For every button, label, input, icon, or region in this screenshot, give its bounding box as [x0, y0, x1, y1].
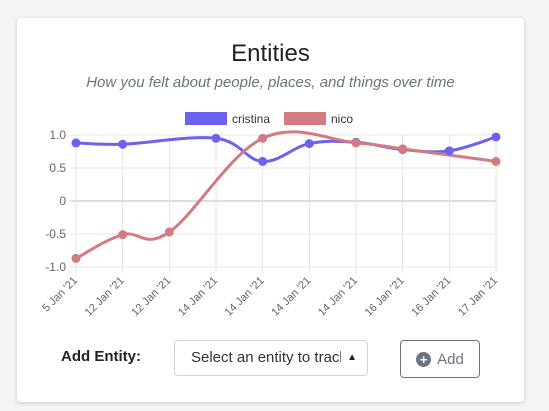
x-tick-label: 14 Jan '21 — [176, 275, 220, 318]
y-tick-label: 0 — [59, 194, 66, 208]
x-tick-label: 12 Jan '21 — [83, 275, 127, 318]
y-tick-label: -1.0 — [45, 260, 66, 274]
x-tick-label: 5 Jan '21 — [40, 275, 80, 315]
data-point-cristina — [118, 139, 128, 149]
x-tick-label: 12 Jan '21 — [129, 275, 173, 318]
x-tick-label: 17 Jan '21 — [456, 275, 500, 318]
data-point-cristina — [444, 146, 454, 156]
chart-series — [71, 130, 501, 263]
data-point-cristina — [211, 133, 221, 143]
data-point-nico — [71, 253, 81, 263]
data-point-nico — [491, 156, 501, 166]
x-axis: 5 Jan '21 12 Jan '21 12 Jan '21 14 Jan '21 1… — [40, 275, 500, 318]
entities-card: Entities How you felt about people, plac… — [17, 18, 524, 402]
data-point-cristina — [258, 156, 268, 166]
legend-swatch — [284, 112, 326, 125]
x-tick-label: 16 Jan '21 — [363, 275, 407, 318]
add-entity-label: Add Entity: — [61, 348, 141, 365]
x-tick-label: 14 Jan '21 — [316, 275, 360, 318]
entity-select[interactable]: Select an entity to track ▲ — [174, 340, 368, 376]
entities-line-chart: cristina nico 1.00.50-0.5-1.0 5 Jan '21 12… — [40, 112, 501, 318]
data-point-nico — [118, 230, 128, 240]
y-axis: 1.0 0.5 0 -0.5 -1.0 — [45, 128, 66, 274]
y-tick-label: 0.5 — [49, 161, 66, 175]
x-tick-label: 14 Jan '21 — [269, 275, 313, 318]
sort-caret-icon: ▲ — [347, 352, 357, 363]
y-tick-label: 1.0 — [49, 128, 66, 142]
data-point-nico — [398, 144, 408, 154]
y-tick-label: -0.5 — [45, 227, 66, 241]
data-point-cristina — [491, 132, 501, 142]
data-point-cristina — [71, 138, 81, 148]
series-line-cristina — [74, 135, 498, 163]
plus-circle-icon: + — [416, 351, 432, 367]
legend-label: cristina — [232, 112, 270, 126]
x-tick-label: 14 Jan '21 — [223, 275, 267, 318]
data-point-cristina — [304, 139, 314, 149]
entity-select-value: Select an entity to track — [191, 349, 341, 366]
chart-legend: cristina nico — [185, 112, 353, 126]
legend-swatch — [185, 112, 227, 125]
data-point-nico — [258, 133, 268, 143]
x-tick-label: 16 Jan '21 — [409, 275, 453, 318]
add-entity-button[interactable]: + Add — [400, 340, 480, 378]
legend-label: nico — [331, 112, 353, 126]
data-point-nico — [351, 138, 361, 148]
add-button-label: Add — [437, 350, 464, 368]
data-point-nico — [164, 227, 174, 237]
